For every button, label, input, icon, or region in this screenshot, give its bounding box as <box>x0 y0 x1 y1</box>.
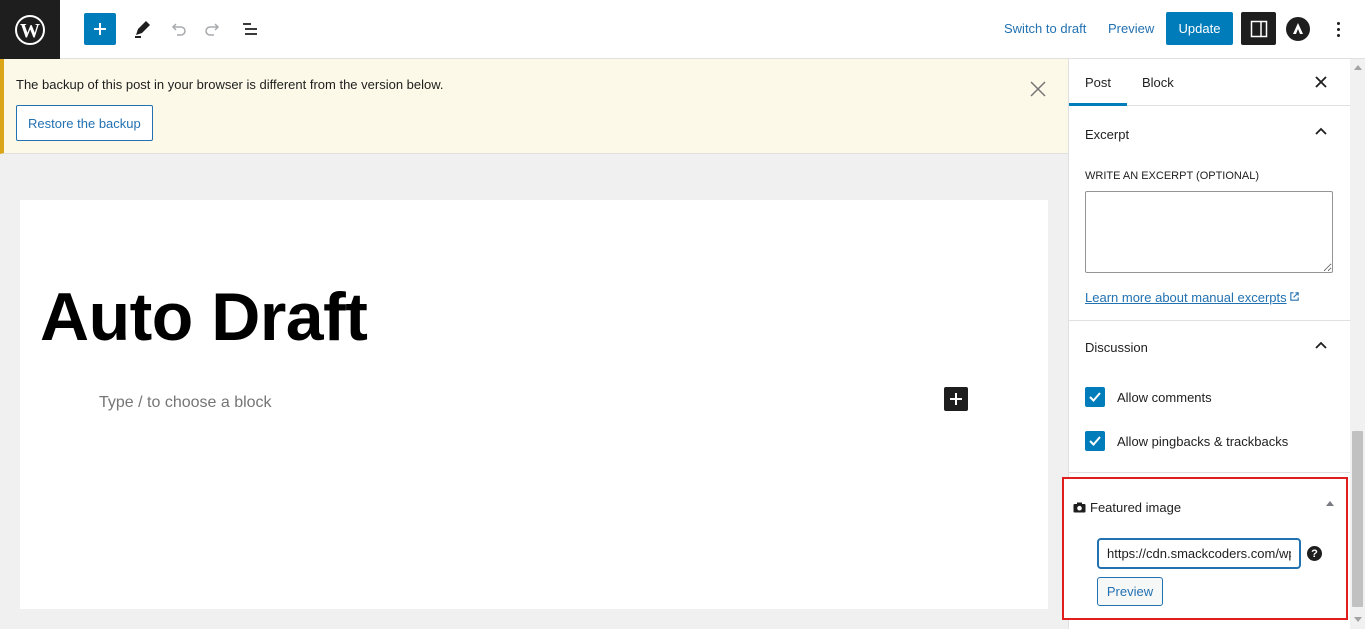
astra-settings-button[interactable] <box>1286 17 1310 41</box>
discussion-panel-title[interactable]: Discussion <box>1085 340 1148 355</box>
chevron-up-icon[interactable] <box>1313 124 1329 140</box>
external-link-icon <box>1289 292 1299 301</box>
scroll-down-arrow-icon[interactable] <box>1354 617 1362 622</box>
help-icon[interactable]: ? <box>1307 546 1322 561</box>
allow-comments-checkbox[interactable] <box>1085 387 1105 407</box>
editor-canvas: Auto Draft Type / to choose a block <box>0 154 1068 629</box>
tab-block[interactable]: Block <box>1142 75 1174 90</box>
astra-icon <box>1293 23 1303 34</box>
scrollbar-thumb[interactable] <box>1352 431 1363 607</box>
sidebar-scrollbar[interactable] <box>1350 59 1365 629</box>
excerpt-panel-title[interactable]: Excerpt <box>1085 127 1129 142</box>
preview-button[interactable]: Preview <box>1108 21 1154 36</box>
wordpress-icon[interactable]: W <box>0 0 60 59</box>
list-view-icon <box>243 23 257 35</box>
close-icon[interactable] <box>1028 79 1048 99</box>
undo-button[interactable] <box>162 13 194 45</box>
excerpt-help-link[interactable]: Learn more about manual excerpts <box>1085 290 1300 305</box>
featured-image-panel: Featured image ? Preview <box>1062 477 1348 620</box>
block-placeholder[interactable]: Type / to choose a block <box>99 394 272 412</box>
excerpt-textarea[interactable] <box>1085 191 1333 273</box>
sidebar-toggle-icon <box>1250 20 1267 37</box>
allow-pingbacks-checkbox[interactable] <box>1085 431 1105 451</box>
add-block-button[interactable] <box>944 387 968 411</box>
undo-icon <box>171 23 186 36</box>
notice-message: The backup of this post in your browser … <box>16 77 444 92</box>
excerpt-label: WRITE AN EXCERPT (OPTIONAL) <box>1085 170 1259 182</box>
plus-icon <box>94 23 106 35</box>
settings-toggle-button[interactable] <box>1241 12 1276 45</box>
list-view-button[interactable] <box>234 13 266 45</box>
scroll-up-arrow-icon[interactable] <box>1354 65 1362 70</box>
editor-page: Auto Draft Type / to choose a block <box>20 200 1048 609</box>
tools-button[interactable] <box>126 13 158 45</box>
update-button[interactable]: Update <box>1166 12 1233 45</box>
allow-pingbacks-option[interactable]: Allow pingbacks & trackbacks <box>1085 431 1288 451</box>
camera-icon <box>1073 502 1086 513</box>
allow-pingbacks-label: Allow pingbacks & trackbacks <box>1117 433 1289 449</box>
active-tab-indicator <box>1069 103 1127 106</box>
pencil-icon <box>135 21 150 38</box>
more-options-button[interactable] <box>1328 17 1348 41</box>
allow-comments-option[interactable]: Allow comments <box>1085 387 1212 407</box>
panel-divider <box>1069 320 1351 321</box>
featured-image-title[interactable]: Featured image <box>1073 500 1181 515</box>
svg-text:W: W <box>20 20 40 42</box>
close-icon[interactable] <box>1313 74 1329 90</box>
sidebar-tabs: Post Block <box>1069 59 1351 106</box>
backup-notice: The backup of this post in your browser … <box>0 59 1068 154</box>
allow-comments-label: Allow comments <box>1117 389 1212 405</box>
featured-image-url-input[interactable] <box>1097 538 1301 569</box>
block-inserter-button[interactable] <box>84 13 116 45</box>
editor-toolbar: W Switch to draft Preview Update <box>0 0 1365 59</box>
more-vertical-icon <box>1336 21 1340 25</box>
caret-up-icon[interactable] <box>1325 499 1335 507</box>
switch-to-draft-button[interactable]: Switch to draft <box>1004 21 1086 36</box>
redo-button[interactable] <box>197 13 229 45</box>
featured-image-preview-button[interactable]: Preview <box>1097 577 1163 606</box>
redo-icon <box>205 23 220 36</box>
plus-icon <box>950 393 962 405</box>
panel-divider <box>1069 472 1351 473</box>
checkmark-icon <box>1089 392 1101 402</box>
post-title[interactable]: Auto Draft <box>40 278 368 356</box>
checkmark-icon <box>1089 436 1101 446</box>
restore-backup-button[interactable]: Restore the backup <box>16 105 153 141</box>
chevron-up-icon[interactable] <box>1313 338 1329 354</box>
tab-post[interactable]: Post <box>1085 75 1111 90</box>
